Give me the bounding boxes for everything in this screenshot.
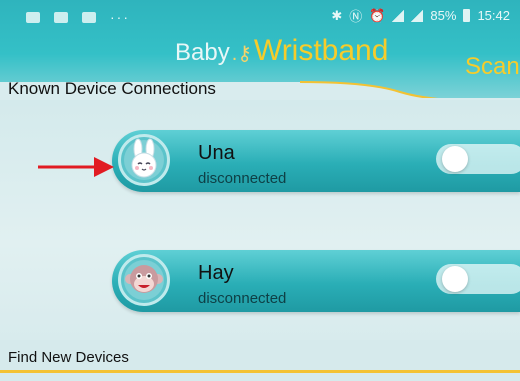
- signal-icon: [392, 9, 405, 22]
- device-row-hay[interactable]: Hay disconnected: [112, 250, 520, 312]
- clock: 15:42: [477, 8, 510, 23]
- status-bar-right: ✱ Ⓝ ⏰ 85% 15:42: [331, 6, 510, 25]
- battery-text: 85%: [430, 8, 457, 23]
- signal-2-icon: [411, 9, 424, 22]
- notification-icon: [26, 11, 40, 23]
- device-list: Una disconnected Hay disconnected: [0, 100, 520, 340]
- device-status: disconnected: [198, 290, 287, 307]
- bunny-icon: [131, 138, 157, 178]
- device-name: Hay: [198, 262, 234, 284]
- device-row-una[interactable]: Una disconnected: [112, 130, 520, 192]
- facebook-icon: [82, 11, 96, 23]
- alarm-icon: ⏰: [369, 7, 386, 23]
- connect-toggle[interactable]: [436, 264, 520, 294]
- battery-icon: [463, 9, 471, 22]
- device-name: Una: [198, 142, 235, 164]
- logo-baby-text: Baby: [175, 39, 230, 66]
- red-arrow-icon: [38, 157, 114, 177]
- device-status: disconnected: [198, 170, 287, 187]
- toggle-knob: [442, 266, 468, 292]
- monkey-icon: [125, 265, 163, 293]
- avatar: [118, 134, 170, 186]
- find-devices-title: Find New Devices: [8, 349, 129, 366]
- more-notifications-icon: ···: [110, 9, 130, 25]
- known-devices-title: Known Device Connections: [8, 79, 216, 98]
- toggle-knob: [442, 146, 468, 172]
- avatar: [118, 254, 170, 306]
- message-icon: [54, 11, 68, 23]
- app-header: ··· ✱ Ⓝ ⏰ 85% 15:42 Baby .⚷Wristband Scan…: [0, 0, 520, 98]
- status-bar: ··· ✱ Ⓝ ⏰ 85% 15:42: [0, 0, 520, 28]
- logo-wristband-text: Wristband: [253, 34, 389, 67]
- section-divider: [0, 370, 520, 373]
- bluetooth-icon: ✱: [331, 7, 343, 23]
- nfc-icon: Ⓝ: [349, 9, 363, 24]
- connect-toggle[interactable]: [436, 144, 520, 174]
- pacifier-icon: .⚷: [231, 43, 252, 65]
- status-bar-left: ···: [26, 9, 130, 25]
- app-logo: Baby .⚷Wristband: [175, 34, 388, 68]
